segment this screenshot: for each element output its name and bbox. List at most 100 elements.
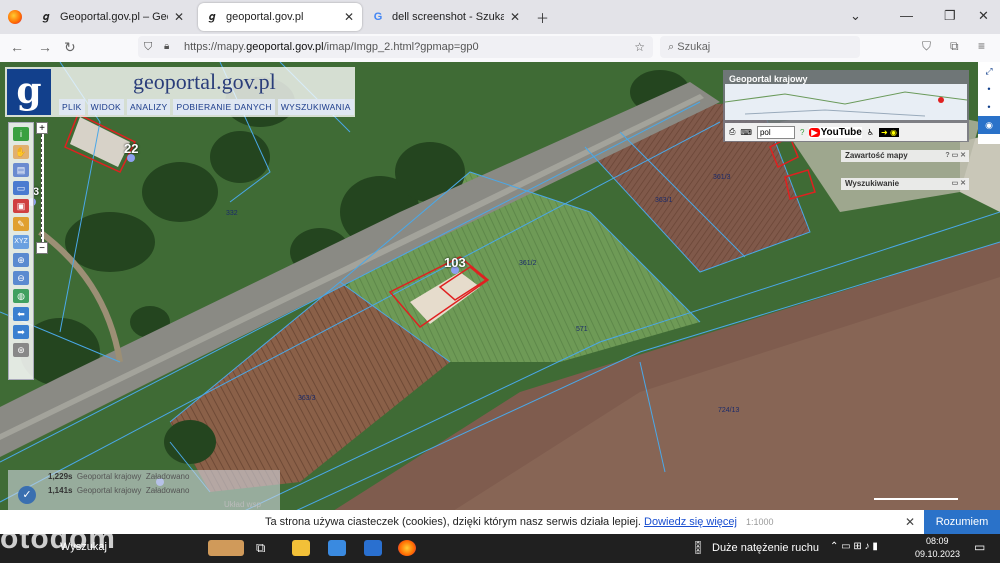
system-tray-icons[interactable]: ⌃ ▭ ⊞ ♪ ▮ xyxy=(830,541,878,552)
plot-label: 363/3 xyxy=(298,395,316,402)
help-icon[interactable]: ? xyxy=(800,128,804,137)
search-icon: ⌕ xyxy=(668,41,675,53)
search-panel[interactable]: Wyszukiwanie ▭ ✕ xyxy=(841,178,969,190)
xyz-coordinates-icon[interactable]: XYZ xyxy=(13,235,29,249)
info-icon[interactable]: i xyxy=(13,127,29,141)
cookie-banner: Ta strona używa ciasteczek (cookies), dz… xyxy=(0,510,1000,534)
close-tab-icon[interactable]: ✕ xyxy=(510,10,520,24)
pencil-icon[interactable]: ✎ xyxy=(13,217,29,231)
dot-icon[interactable]: • xyxy=(978,98,1000,116)
pan-hand-icon[interactable]: ✋ xyxy=(13,145,29,159)
shield-icon[interactable]: ⛉ xyxy=(144,36,152,58)
task-view-icon[interactable]: ⧉ xyxy=(256,540,274,556)
geoportal-header: g geoportal.gov.pl PLIK WIDOK ANALIZY PO… xyxy=(5,67,355,117)
zoom-out-icon[interactable]: ⊖ xyxy=(13,271,29,285)
keyboard-icon[interactable]: ⌨ xyxy=(740,128,752,137)
select-area-icon[interactable]: ▭ xyxy=(13,181,29,195)
menu-item-analizy[interactable]: ANALIZY xyxy=(126,99,171,115)
geoportal-logo[interactable]: g xyxy=(7,69,51,115)
tab-geoportal-info[interactable]: 𝒈 Geoportal.gov.pl – Geoportal Inf ✕ xyxy=(32,3,192,31)
zoom-in-icon[interactable]: ⊕ xyxy=(13,253,29,267)
overview-minimap[interactable] xyxy=(725,84,967,120)
forward-icon[interactable]: → xyxy=(38,39,52,55)
status-row: 1,141s Geoportal krajowy Załadowano xyxy=(48,486,190,495)
panel-window-controls-icon[interactable]: ▭ ✕ xyxy=(952,178,966,190)
bookmark-star-icon[interactable]: ☆ xyxy=(634,36,645,58)
windows-taskbar: Wyszukaj ⧉ 🚦︎ Duże natężenie ruchu ⌃ ▭ ⊞… xyxy=(0,534,1000,563)
geoportal-menu: PLIK WIDOK ANALIZY POBIERANIE DANYCH WYS… xyxy=(59,99,354,115)
previous-view-icon[interactable]: ⬅ xyxy=(13,307,29,321)
search-input[interactable]: ⌕ Szukaj xyxy=(660,36,860,58)
map-toolbar: i ✋ ▤ ▭ ▣ ✎ XYZ ⊕ ⊖ ◍ ⬅ ➡ ⊛ xyxy=(8,122,34,380)
national-geoportal-panel: Geoportal krajowy ⎙ ⌨ pol ? ▶ YouTube ♿︎ … xyxy=(723,70,969,142)
menu-item-wyszukiwania[interactable]: WYSZUKIWANIA xyxy=(277,99,354,115)
weather-text[interactable]: Duże natężenie ruchu xyxy=(712,542,819,554)
minimize-icon[interactable]: — xyxy=(900,8,913,23)
browser-tab-bar: 𝒈 Geoportal.gov.pl – Geoportal Inf ✕ 𝒈 g… xyxy=(0,0,1000,34)
store-icon[interactable] xyxy=(328,540,346,556)
menu-item-pobieranie[interactable]: POBIERANIE DANYCH xyxy=(173,99,275,115)
plot-label: 361/2 xyxy=(519,260,537,267)
menu-item-plik[interactable]: PLIK xyxy=(59,99,85,115)
widget-thumbnail[interactable] xyxy=(208,540,244,556)
new-tab-icon[interactable]: ＋ xyxy=(536,8,549,27)
url-bar[interactable]: ⛉ 🔒︎ https://mapy.geoportal.gov.pl/imap/… xyxy=(138,36,653,58)
firefox-menu-icon[interactable] xyxy=(8,10,22,24)
load-status-panel: ✓ 1,229s Geoportal krajowy Załadowano 1,… xyxy=(8,470,280,512)
close-window-icon[interactable]: ✕ xyxy=(978,8,989,24)
layers-icon[interactable]: ▤ xyxy=(13,163,29,177)
list-tabs-icon[interactable]: ⌄ xyxy=(850,8,861,24)
tab-geoportal[interactable]: 𝒈 geoportal.gov.pl ✕ xyxy=(198,3,362,31)
building-number-label: 103 xyxy=(444,255,466,270)
panel-toolbar: ⎙ ⌨ pol ? ▶ YouTube ♿︎ ➜ ◉ xyxy=(725,123,967,141)
tab-google-search[interactable]: G dell screenshot - Szukaj w Goog ✕ xyxy=(364,3,528,31)
eye-icon[interactable]: ◉ xyxy=(978,116,1000,134)
geoportal-favicon-icon: 𝒈 xyxy=(42,11,50,23)
notifications-icon[interactable]: ▭ xyxy=(974,540,985,554)
clock-time[interactable]: 08:09 xyxy=(926,536,949,546)
plot-label: 363/1 xyxy=(655,197,673,204)
close-tab-icon[interactable]: ✕ xyxy=(174,10,184,24)
extensions-icon[interactable]: ⧉ xyxy=(950,39,959,54)
map-contents-panel[interactable]: Zawartość mapy ? ▭ ✕ xyxy=(841,150,969,162)
scale-bar xyxy=(874,492,958,500)
lock-icon[interactable]: 🔒︎ xyxy=(164,36,169,58)
watermark-logo: otodom xyxy=(0,522,116,555)
clock-date[interactable]: 09.10.2023 xyxy=(915,549,960,559)
zoom-track[interactable] xyxy=(41,134,44,242)
mail-icon[interactable] xyxy=(364,540,382,556)
panel-window-controls-icon[interactable]: ? ▭ ✕ xyxy=(945,150,966,162)
firefox-icon[interactable] xyxy=(398,540,416,556)
youtube-link[interactable]: ▶ YouTube xyxy=(809,126,862,138)
accept-cookies-button[interactable]: Rozumiem xyxy=(924,510,1000,534)
back-icon[interactable]: ← xyxy=(10,39,24,55)
zoom-minus-button[interactable]: − xyxy=(36,242,48,254)
dot-icon[interactable]: • xyxy=(978,80,1000,98)
status-row: 1,229s Geoportal krajowy Załadowano xyxy=(48,472,190,481)
reload-icon[interactable]: ↻ xyxy=(64,39,76,56)
scale-label: 1:1000 xyxy=(746,517,774,527)
next-view-icon[interactable]: ➡ xyxy=(13,325,29,339)
app-menu-icon[interactable]: ≡ xyxy=(978,39,985,53)
restore-icon[interactable]: ❐ xyxy=(944,8,956,24)
close-icon[interactable]: ✕ xyxy=(905,510,915,534)
menu-item-widok[interactable]: WIDOK xyxy=(87,99,124,115)
zoom-plus-button[interactable]: + xyxy=(36,122,48,134)
zoom-slider[interactable]: + − xyxy=(36,122,48,262)
geoportal-title: geoportal.gov.pl xyxy=(133,69,276,94)
map-view[interactable]: 22 103 332 361/3 363/1 361/2 571 363/3 7… xyxy=(0,62,1000,532)
accessibility-icon[interactable]: ♿︎ xyxy=(867,128,874,137)
language-select[interactable]: pol xyxy=(756,125,795,139)
close-tab-icon[interactable]: ✕ xyxy=(344,10,354,24)
add-marker-icon[interactable]: ▣ xyxy=(13,199,29,213)
learn-more-link[interactable]: Dowiedz się więcej xyxy=(644,516,737,528)
fullscreen-icon[interactable]: ⤢ xyxy=(978,62,1000,80)
file-explorer-icon[interactable] xyxy=(292,540,310,556)
geoportal-favicon-icon: 𝒈 xyxy=(208,11,216,23)
globe-icon[interactable]: ◍ xyxy=(13,289,29,303)
right-side-buttons: ⤢ • • ◉ xyxy=(978,62,1000,144)
help-icon[interactable]: ⊛ xyxy=(13,343,29,357)
contrast-icon[interactable]: ➜ ◉ xyxy=(879,127,899,137)
print-icon[interactable]: ⎙ xyxy=(729,127,735,137)
pocket-icon[interactable]: ⛉ xyxy=(922,39,931,54)
